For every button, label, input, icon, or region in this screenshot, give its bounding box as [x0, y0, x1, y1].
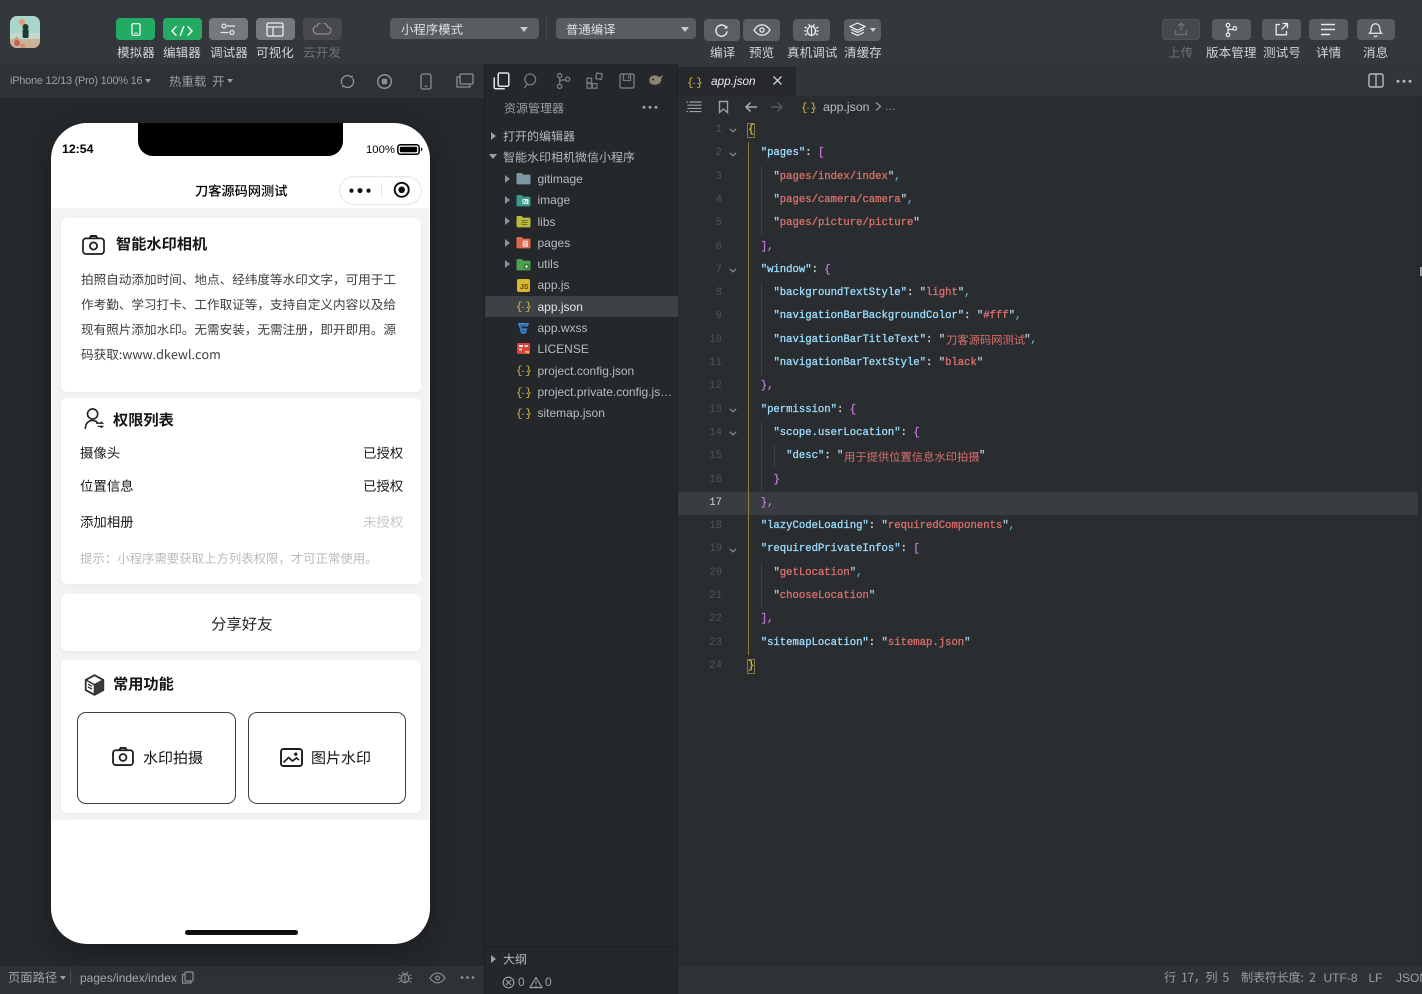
svg-text:}: } [696, 77, 703, 89]
svg-text:}: } [525, 408, 532, 420]
svg-text:}: } [525, 387, 532, 399]
svg-text:JS: JS [520, 284, 529, 291]
svg-text:}: } [525, 366, 532, 378]
svg-text:}: } [810, 102, 817, 114]
svg-text:}: } [525, 302, 532, 314]
